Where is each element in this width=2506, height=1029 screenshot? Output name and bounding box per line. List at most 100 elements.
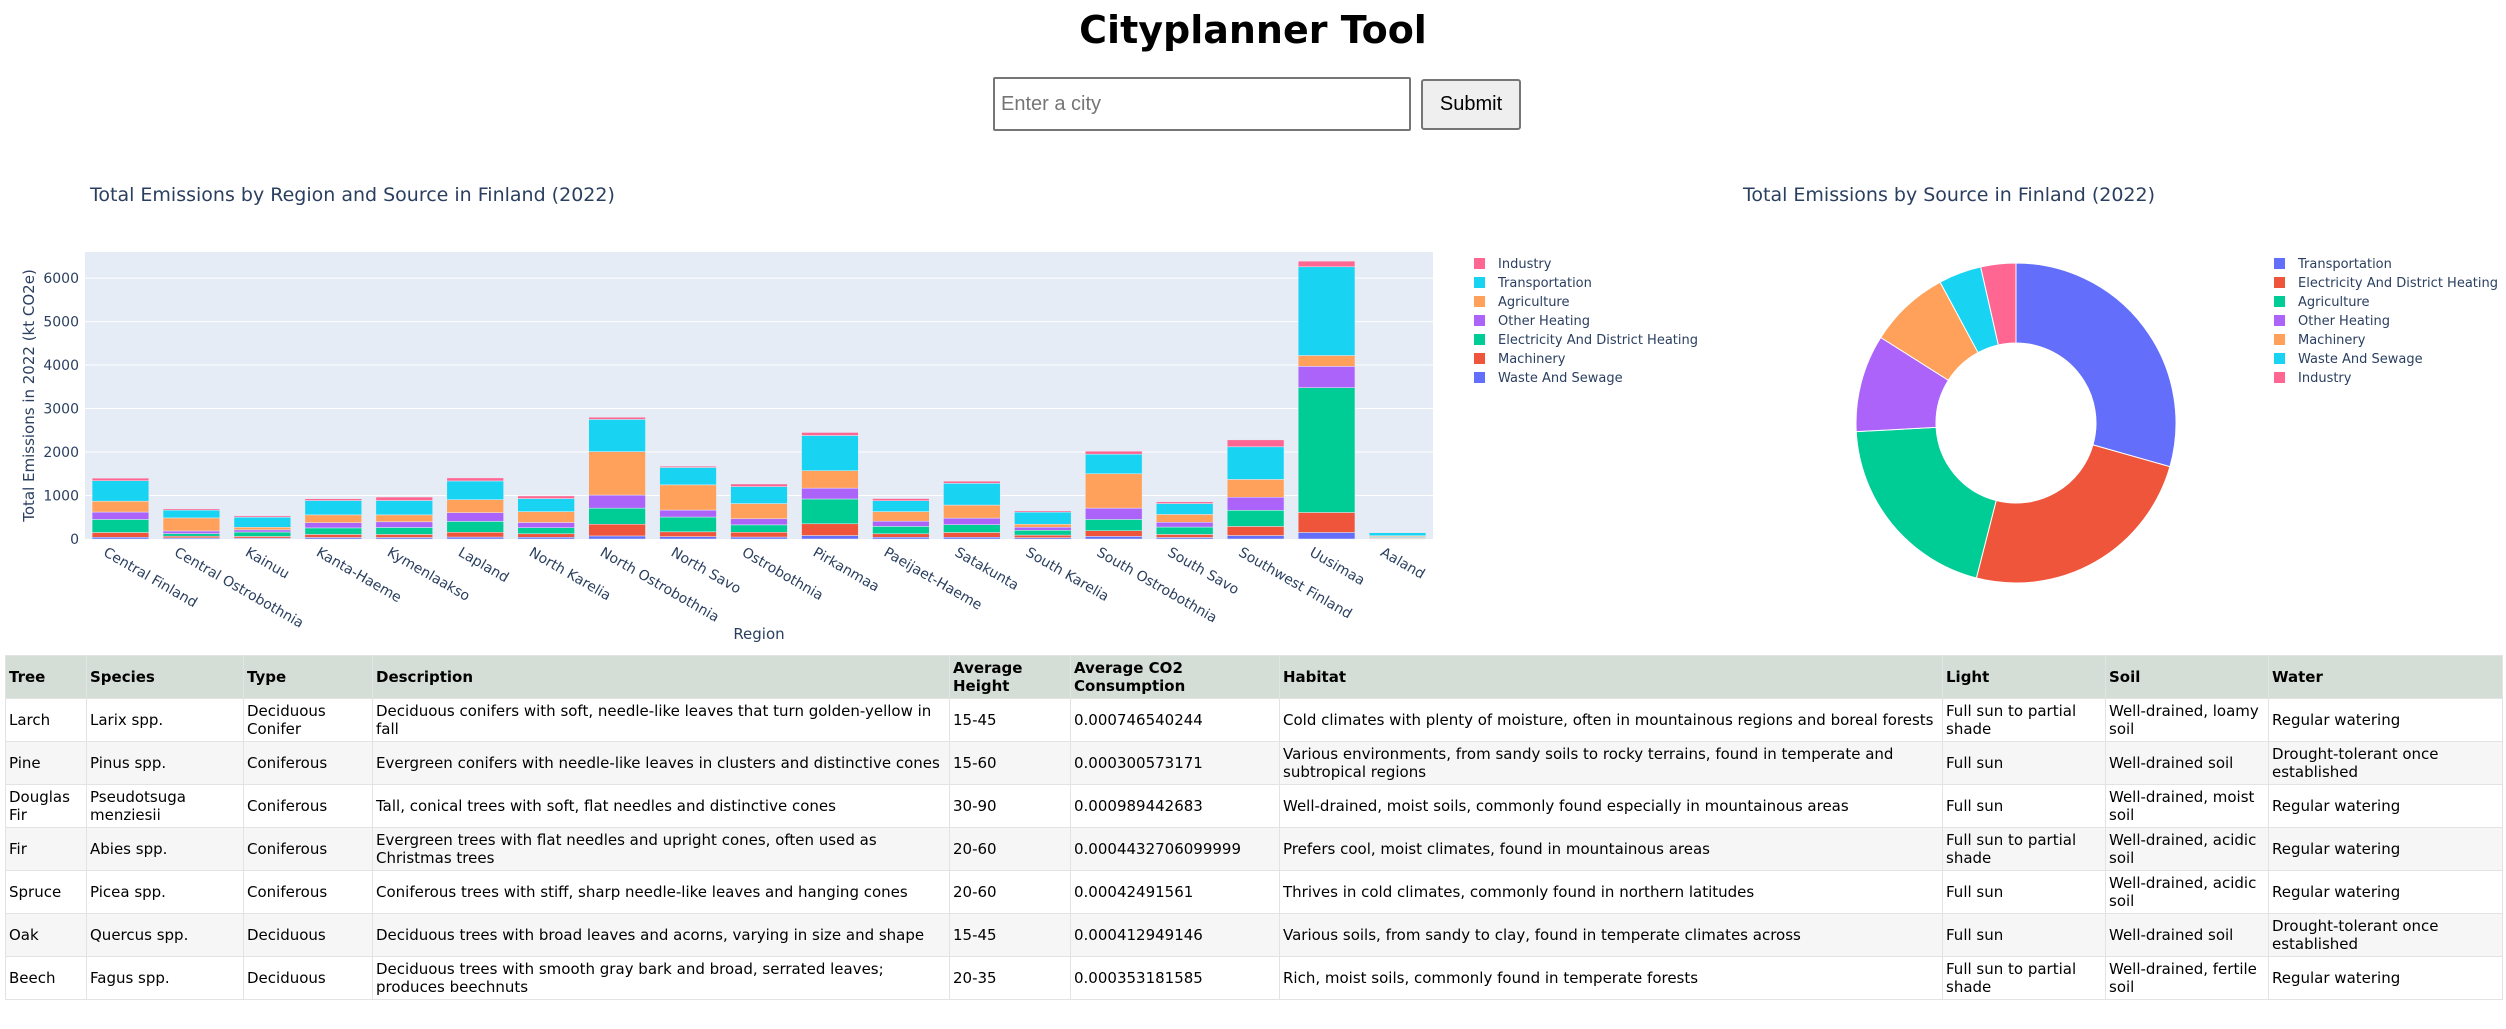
bar-segment — [91, 532, 150, 538]
bar-segment — [730, 503, 788, 520]
bar-segment — [375, 514, 433, 523]
legend-swatch — [1474, 315, 1485, 326]
submit-button[interactable]: Submit — [1421, 78, 1521, 130]
table-cell: Well-drained, acidic soil — [2105, 870, 2269, 914]
bar-segment — [304, 514, 362, 523]
legend-swatch — [1474, 277, 1485, 288]
table-row: Fir Abies spp. Coniferous Evergreen trees w… — [5, 827, 2503, 871]
column-header[interactable]: Species — [86, 655, 244, 699]
table-cell: Full sun — [1942, 741, 2106, 785]
table-cell: 15-60 — [949, 741, 1071, 785]
table-cell: Well-drained, acidic soil — [2105, 827, 2269, 871]
table-cell: Pseudotsuga menziesii — [86, 784, 244, 828]
bar-segment — [1297, 532, 1356, 540]
bar-segment — [517, 495, 575, 499]
bar-segment — [91, 519, 150, 533]
bar-segment — [801, 470, 859, 489]
bar-segment — [943, 480, 1001, 484]
bar-segment — [1014, 523, 1072, 528]
bar-segment — [162, 533, 221, 537]
bar-segment — [91, 537, 150, 540]
table-cell: 0.000412949146 — [1070, 913, 1280, 957]
column-header[interactable]: Habitat — [1279, 655, 1943, 699]
bar-segment — [517, 537, 575, 540]
bar-segment — [233, 529, 291, 533]
bar-segment — [1085, 473, 1143, 509]
bar-segment — [943, 524, 1001, 533]
table-cell: Thrives in cold climates, commonly found… — [1279, 870, 1943, 914]
table-cell: Coniferous — [243, 741, 373, 785]
column-header[interactable]: Description — [372, 655, 950, 699]
table-cell: 15-45 — [949, 698, 1071, 742]
table-cell: 0.000300573171 — [1070, 741, 1280, 785]
table-cell: Full sun — [1942, 870, 2106, 914]
column-header[interactable]: Light — [1942, 655, 2106, 699]
bar-segment — [588, 535, 646, 540]
bar-segment — [304, 522, 362, 529]
bar-segment — [730, 483, 788, 487]
bar-segment — [801, 498, 859, 525]
table-cell: Coniferous trees with stiff, sharp needl… — [372, 870, 950, 914]
legend-item: Electricity And District Heating — [1498, 333, 1698, 348]
bar-segment — [446, 499, 504, 513]
table-cell: Full sun — [1942, 913, 2106, 957]
bar-segment — [943, 483, 1001, 506]
column-header[interactable]: Average CO2 Consumption — [1070, 655, 1280, 699]
table-cell: Quercus spp. — [86, 913, 244, 957]
bar-segment — [943, 537, 1001, 540]
bar-segment — [1227, 526, 1285, 536]
column-header[interactable]: Water — [2268, 655, 2503, 699]
bar-segment — [730, 518, 788, 526]
bar-segment — [1085, 450, 1143, 455]
donut-slice — [1975, 444, 2171, 584]
table-cell: Full sun to partial shade — [1942, 698, 2106, 742]
bar-segment — [1014, 534, 1072, 538]
y-tick-label: 0 — [70, 532, 79, 548]
bar-segment — [588, 523, 646, 537]
legend-item: Transportation — [1497, 276, 1592, 291]
table-cell: Spruce — [5, 870, 87, 914]
table-cell: Well-drained, fertile soil — [2105, 956, 2269, 1000]
column-header[interactable]: Average Height — [949, 655, 1071, 699]
column-header[interactable]: Soil — [2105, 655, 2269, 699]
bar-segment — [162, 535, 221, 539]
column-header[interactable]: Type — [243, 655, 373, 699]
table-cell: Full sun — [1942, 784, 2106, 828]
bar-segment — [446, 512, 504, 522]
table-cell: 15-45 — [949, 913, 1071, 957]
y-tick-label: 1000 — [43, 489, 79, 505]
bar-segment — [375, 534, 433, 538]
city-search-input[interactable] — [993, 77, 1411, 131]
bar-segment — [1085, 536, 1143, 540]
legend-swatch — [1474, 334, 1485, 345]
column-header[interactable]: Tree — [5, 655, 87, 699]
table-cell: Picea spp. — [86, 870, 244, 914]
legend-swatch — [1474, 353, 1485, 364]
bar-segment — [233, 536, 291, 539]
bar-chart-title: Total Emissions by Region and Source in … — [90, 184, 615, 206]
donut-slice — [1855, 426, 1997, 579]
legend-item: Other Heating — [1498, 314, 1590, 329]
bar-segment — [659, 531, 717, 537]
bar-segment — [517, 498, 575, 512]
table-cell: Deciduous trees with broad leaves and ac… — [372, 913, 950, 957]
tree-table: Tree Species Type Description Average Height… — [5, 655, 2503, 1000]
bar-segment — [517, 522, 575, 528]
table-row: Larch Larix spp. Deciduous Conifer Deciduou… — [5, 698, 2503, 742]
city-search-form: Submit — [993, 76, 1521, 132]
bar-segment — [801, 487, 859, 500]
table-cell: 30-90 — [949, 784, 1071, 828]
bar-segment — [1156, 526, 1214, 535]
legend-item: Waste And Sewage — [2298, 352, 2423, 367]
bar-segment — [801, 523, 859, 536]
x-tick-label: Lapland — [455, 545, 511, 587]
donut-slice — [2015, 262, 2177, 468]
bar-segment — [588, 451, 646, 496]
bar-segment — [588, 507, 646, 525]
table-cell: Regular watering — [2268, 827, 2503, 871]
table-cell: Drought-tolerant once established — [2268, 913, 2503, 957]
legend-item: Machinery — [1498, 352, 1566, 367]
table-cell: Larch — [5, 698, 87, 742]
legend-swatch — [1474, 296, 1485, 307]
bar-segment — [1297, 260, 1356, 268]
